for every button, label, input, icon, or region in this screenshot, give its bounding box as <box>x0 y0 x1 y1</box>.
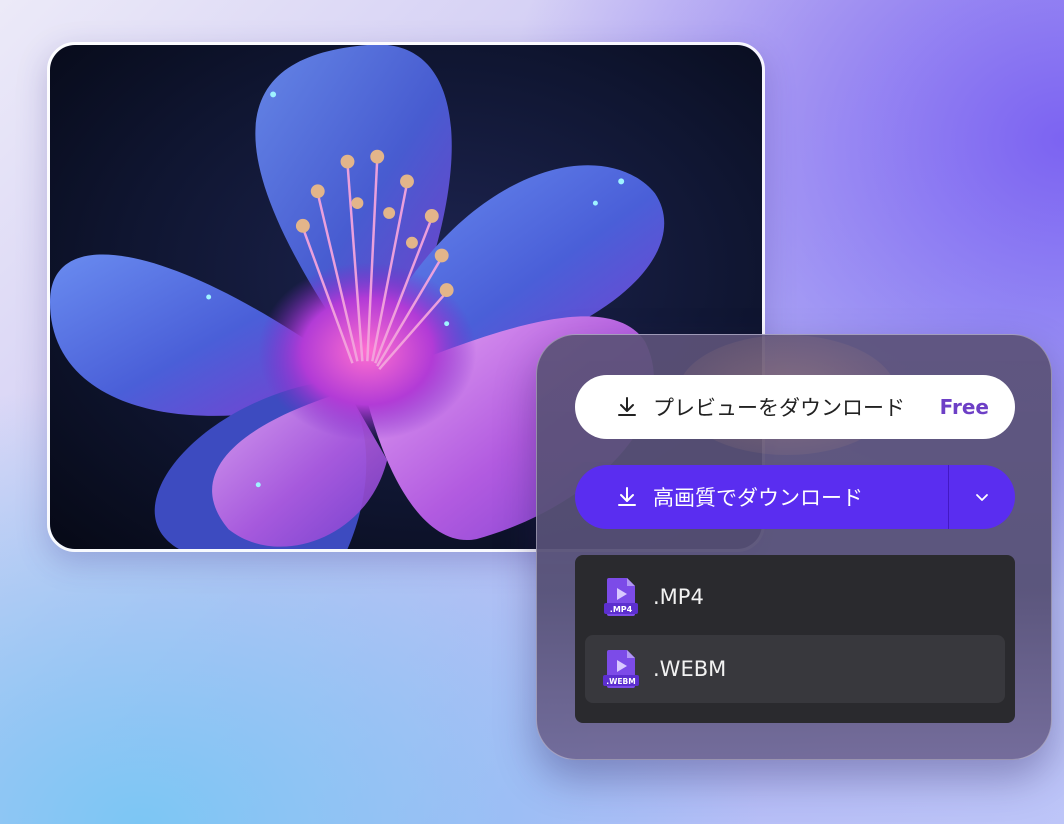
format-option-webm[interactable]: .WEBM .WEBM <box>585 635 1005 703</box>
download-preview-button[interactable]: プレビューをダウンロード Free <box>575 375 1015 439</box>
download-hq-label: 高画質でダウンロード <box>653 486 863 510</box>
download-hq-button[interactable]: 高画質でダウンロード <box>575 465 948 529</box>
download-icon <box>618 487 636 506</box>
format-dropdown-toggle[interactable] <box>948 465 1015 529</box>
video-file-icon: .WEBM <box>603 650 639 688</box>
download-preview-label: プレビューをダウンロード <box>653 396 905 420</box>
format-dropdown-menu: .MP4 .MP4 .WEBM .WEBM <box>575 555 1015 723</box>
download-icon <box>618 397 636 416</box>
svg-text:.MP4: .MP4 <box>610 605 633 614</box>
free-badge: Free <box>939 395 989 419</box>
format-name: .WEBM <box>653 657 727 681</box>
chevron-down-icon <box>976 494 988 501</box>
download-hq-button-group: 高画質でダウンロード <box>575 465 1015 529</box>
video-file-icon: .MP4 <box>604 578 638 616</box>
format-name: .MP4 <box>653 585 704 609</box>
format-option-mp4[interactable]: .MP4 .MP4 <box>585 563 1005 631</box>
download-panel: プレビューをダウンロード Free 高画質でダウンロード .MP4 .MP4 .… <box>536 334 1052 760</box>
svg-text:.WEBM: .WEBM <box>606 677 635 686</box>
